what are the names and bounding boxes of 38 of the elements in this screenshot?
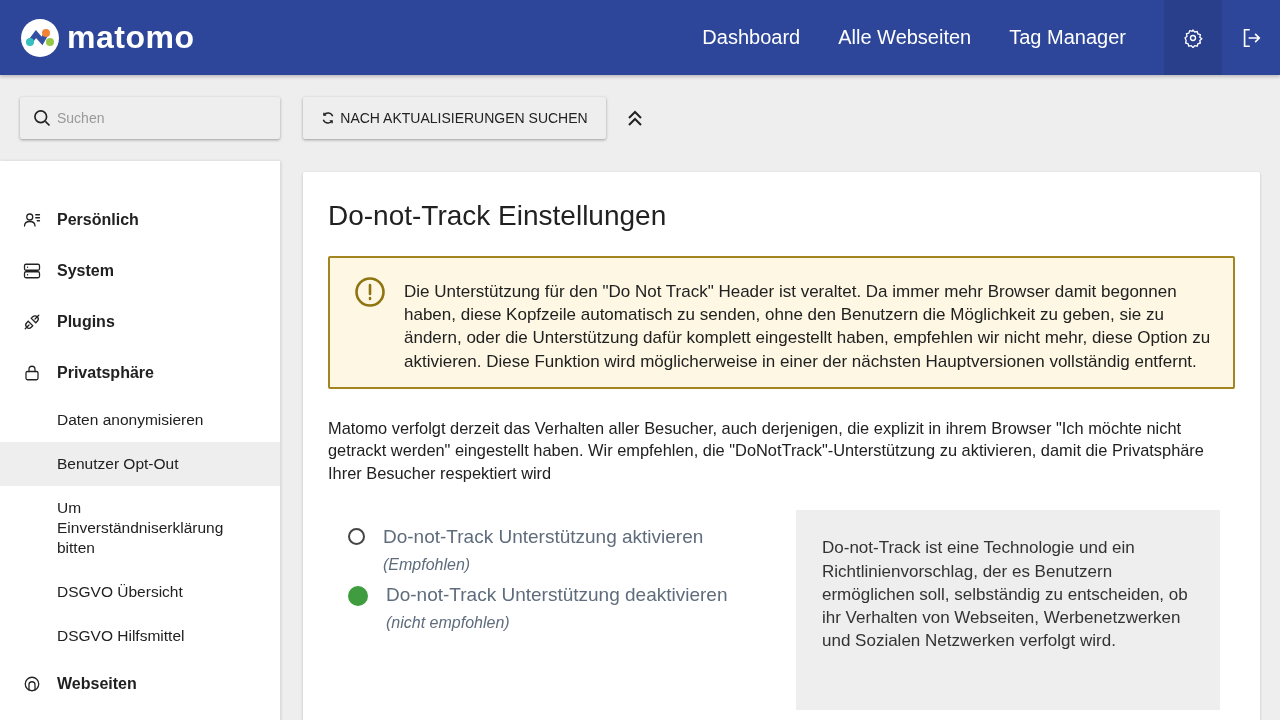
- lock-icon: [23, 363, 41, 382]
- sidebar-item[interactable]: DSGVO Übersicht: [0, 570, 280, 614]
- search-icon: [32, 108, 52, 128]
- description-text: Matomo verfolgt derzeit das Verhalten aller Besucher, auch derjenigen, die explizit in ihrem Browser "Ich möchte nicht getrackt werden" eingestellt haben. Wir empfehlen, die "DoNotTrack"-Unterstützung zu aktivieren, damit die Privatsphäre Ihrer Besucher respektiert wird: [328, 417, 1205, 484]
- help-text: Do-not-Track ist eine Technologie und ein Richtlinienvorschlag, der es Benutzern ermöglichen soll, selbständig zu entscheiden, ob ihr Verhalten von Webseiten, Werbenetzwerken und Sozialen Netzwerken verfolgt wird.: [822, 537, 1189, 653]
- radio-button[interactable]: [348, 586, 368, 607]
- option-label[interactable]: Do-not-Track Unterstützung aktivieren: [383, 526, 704, 549]
- option-label[interactable]: Do-not-Track Unterstützung deaktivieren: [386, 584, 728, 607]
- settings-button[interactable]: [1164, 0, 1222, 75]
- sidebar-item[interactable]: Daten anonymisieren: [0, 398, 280, 442]
- sidebar-section[interactable]: Privatsphäre: [0, 347, 280, 398]
- search-field[interactable]: Suchen: [20, 97, 280, 139]
- server-icon: [23, 261, 41, 280]
- radio-button[interactable]: [348, 528, 365, 546]
- sidebar-section[interactable]: Webseiten: [0, 658, 280, 709]
- sidebar-section[interactable]: Persönlich: [0, 194, 280, 245]
- update-button[interactable]: NACH AKTUALISIERUNGEN SUCHEN: [303, 97, 606, 139]
- person-icon: [23, 210, 41, 229]
- logo-icon: [21, 18, 59, 57]
- warning-icon: [354, 276, 386, 308]
- option-note: (nicht empfohlen): [386, 614, 511, 633]
- sidebar-item[interactable]: Um Einverständniserklärung bitten: [0, 486, 280, 570]
- nav-link[interactable]: Tag Manager: [1009, 26, 1126, 49]
- sidebar-section[interactable]: System: [0, 245, 280, 296]
- plug-icon: [23, 312, 41, 331]
- card-title: Do-not-Track Einstellungen: [328, 200, 668, 232]
- gear-icon: [1183, 27, 1203, 48]
- refresh-icon: [321, 111, 336, 125]
- sidebar-item[interactable]: DSGVO Hilfsmittel: [0, 614, 280, 658]
- collapse-icon[interactable]: [627, 109, 643, 127]
- nav-link[interactable]: Alle Webseiten: [838, 26, 972, 49]
- nav-link[interactable]: Dashboard: [702, 26, 801, 49]
- warning-text: Die Unterstützung für den "Do Not Track" Header ist veraltet. Da immer mehr Browser damit begonnen haben, diese Kopfzeile automatisch zu senden, ohne den Benutzern die Möglichkeit zu geben, sie zu ändern, oder die Unterstützung dafür komplett eingestellt haben, empfehlen wir nicht mehr, diese Option zu aktivieren. Diese Funktion wird möglicherweise in einer der nächsten Hauptversionen vollständig entfernt.: [404, 281, 1212, 373]
- logo-wordmark[interactable]: matomo: [67, 19, 195, 56]
- globe-icon: [23, 674, 41, 693]
- sidebar-section[interactable]: Plugins: [0, 296, 280, 347]
- option-note: (Empfohlen): [383, 556, 472, 575]
- sidebar-item[interactable]: Benutzer Opt-Out: [0, 442, 280, 486]
